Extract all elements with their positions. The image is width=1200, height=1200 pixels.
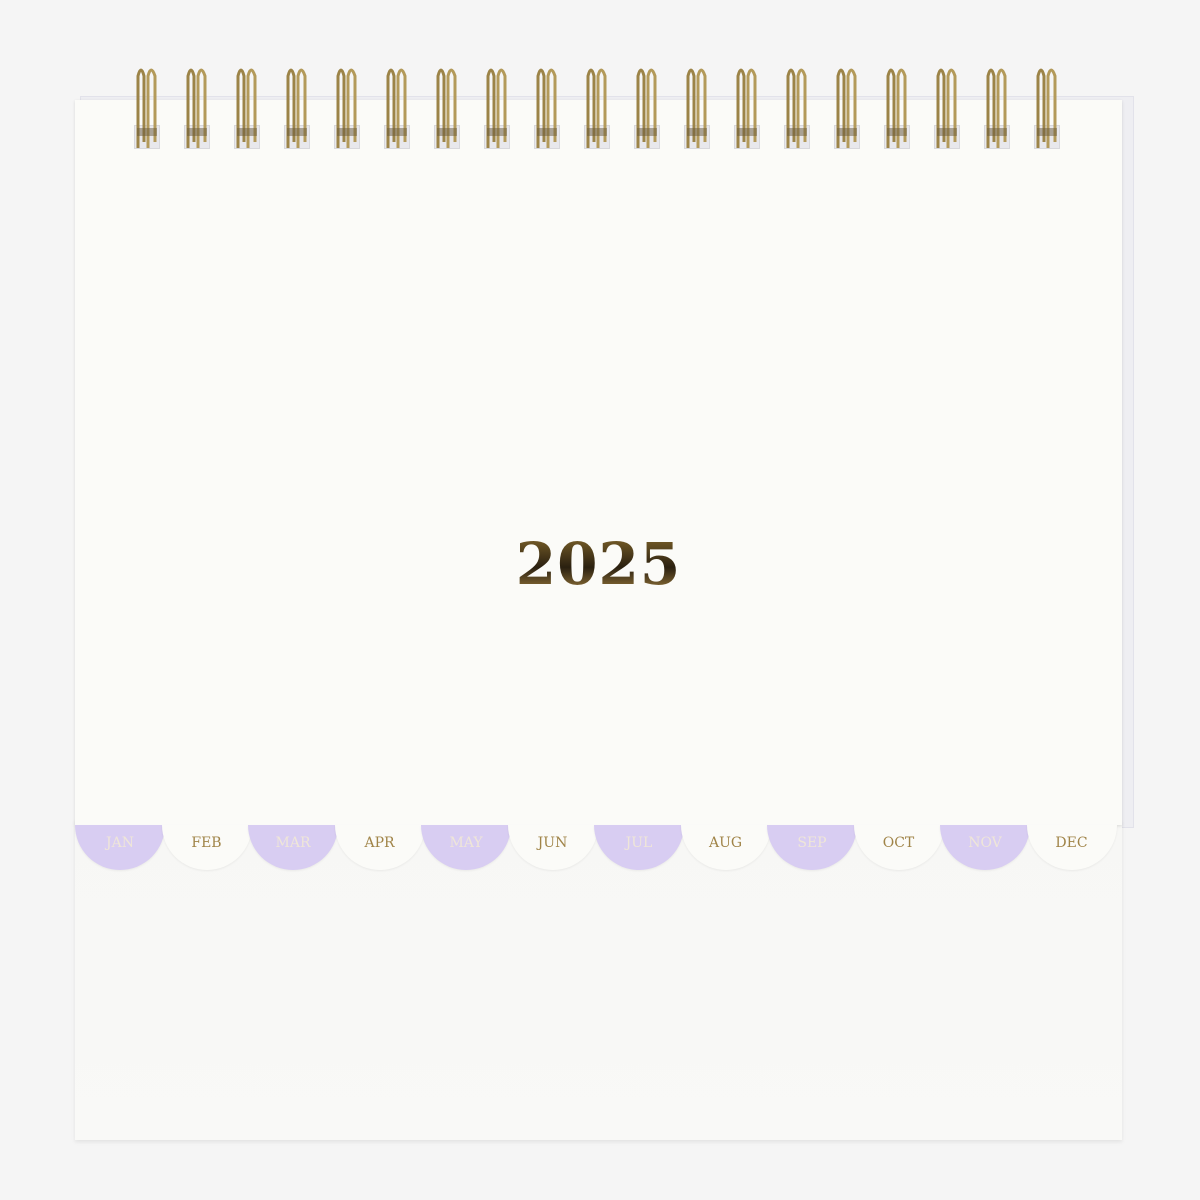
month-tabs: JAN FEB MAR APR MAY JUN JUL AUG SEP OCT NOV DEC (75, 825, 1122, 875)
spiral-ring-icon (836, 68, 857, 148)
month-tab-label: SEP (797, 835, 827, 851)
month-tab-label: OCT (882, 835, 915, 851)
spiral-ring-icon (436, 68, 457, 148)
spiral-ring-icon (486, 68, 507, 148)
month-tab-dec[interactable]: DEC (1026, 825, 1117, 870)
spiral-ring-icon (136, 68, 157, 148)
year-title: 2025 (75, 530, 1122, 598)
month-tab-sep[interactable]: SEP (767, 825, 857, 870)
month-tab-jan[interactable]: JAN (75, 825, 165, 870)
month-tab-label: FEB (191, 835, 222, 851)
spiral-ring-icon (386, 68, 407, 148)
spiral-ring-icon (986, 68, 1007, 148)
spiral-ring-icon (786, 68, 807, 148)
spiral-ring-icon (186, 68, 207, 148)
month-tab-feb[interactable]: FEB (161, 825, 252, 870)
month-tab-nov[interactable]: NOV (940, 825, 1030, 870)
spiral-ring-icon (936, 68, 957, 148)
spiral-ring-icon (586, 68, 607, 148)
month-tab-jun[interactable]: JUN (507, 825, 598, 870)
month-tab-label: APR (364, 835, 395, 851)
spiral-ring-icon (336, 68, 357, 148)
month-tab-may[interactable]: MAY (421, 825, 511, 870)
spiral-ring-icon (686, 68, 707, 148)
month-tab-label: JUN (537, 835, 568, 851)
month-tab-jul[interactable]: JUL (594, 825, 684, 870)
month-tab-oct[interactable]: OCT (853, 825, 944, 870)
spiral-ring-icon (236, 68, 257, 148)
spiral-ring-icon (736, 68, 757, 148)
month-tab-label: NOV (968, 835, 1002, 851)
month-tab-label: JUL (625, 835, 653, 851)
spiral-ring-icon (886, 68, 907, 148)
month-tab-mar[interactable]: MAR (248, 825, 338, 870)
month-tab-label: JAN (106, 835, 134, 851)
spiral-ring-icon (286, 68, 307, 148)
spiral-ring-icon (636, 68, 657, 148)
calendar-cover-page[interactable]: 2025 (75, 100, 1122, 825)
month-tab-label: MAR (275, 835, 311, 851)
month-tab-apr[interactable]: APR (334, 825, 425, 870)
month-tab-aug[interactable]: AUG (680, 825, 771, 870)
month-tab-label: DEC (1055, 835, 1088, 851)
month-tab-label: AUG (708, 835, 743, 851)
month-tab-label: MAY (449, 835, 483, 851)
spiral-ring-icon (1036, 68, 1057, 148)
spiral-ring-icon (536, 68, 557, 148)
